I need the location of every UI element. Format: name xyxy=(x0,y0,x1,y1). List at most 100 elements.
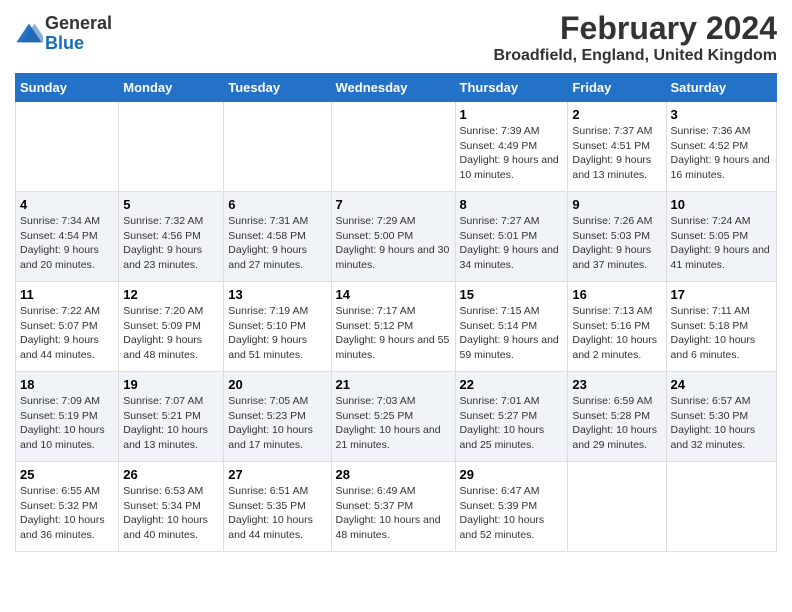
day-info: Sunrise: 6:59 AM Sunset: 5:28 PM Dayligh… xyxy=(572,394,661,453)
week-row-4: 18 Sunrise: 7:09 AM Sunset: 5:19 PM Dayli… xyxy=(16,372,777,462)
day-number: 26 xyxy=(123,467,219,482)
day-number: 24 xyxy=(671,377,772,392)
calendar-cell: 5Sunrise: 7:32 AM Sunset: 4:56 PM Daylig… xyxy=(119,192,224,282)
calendar-cell xyxy=(331,102,455,192)
day-number: 17 xyxy=(671,287,772,302)
day-info: Sunrise: 7:39 AM Sunset: 4:49 PM Dayligh… xyxy=(460,124,564,183)
day-number: 13 xyxy=(228,287,326,302)
day-info: Sunrise: 7:32 AM Sunset: 4:56 PM Dayligh… xyxy=(123,214,219,273)
day-number: 14 xyxy=(336,287,451,302)
day-info: Sunrise: 6:55 AM Sunset: 5:32 PM Dayligh… xyxy=(20,484,114,543)
calendar-cell: 10 Sunrise: 7:24 AM Sunset: 5:05 PM Dayli… xyxy=(666,192,776,282)
calendar-cell: 21 Sunrise: 7:03 AM Sunset: 5:25 PM Dayli… xyxy=(331,372,455,462)
day-info: Sunrise: 6:47 AM Sunset: 5:39 PM Dayligh… xyxy=(460,484,564,543)
day-info: Sunrise: 7:15 AM Sunset: 5:14 PM Dayligh… xyxy=(460,304,564,363)
day-number: 16 xyxy=(572,287,661,302)
title-area: February 2024 Broadfield, England, Unite… xyxy=(493,10,777,65)
week-row-5: 25 Sunrise: 6:55 AM Sunset: 5:32 PM Dayli… xyxy=(16,462,777,552)
calendar-cell xyxy=(119,102,224,192)
day-info: Sunrise: 7:22 AM Sunset: 5:07 PM Dayligh… xyxy=(20,304,114,363)
calendar-cell: 1 Sunrise: 7:39 AM Sunset: 4:49 PM Daylig… xyxy=(455,102,568,192)
calendar-cell: 12 Sunrise: 7:20 AM Sunset: 5:09 PM Dayli… xyxy=(119,282,224,372)
day-number: 10 xyxy=(671,197,772,212)
day-info: Sunrise: 7:03 AM Sunset: 5:25 PM Dayligh… xyxy=(336,394,451,453)
week-row-2: 4 Sunrise: 7:34 AM Sunset: 4:54 PM Daylig… xyxy=(16,192,777,282)
day-info: Sunrise: 7:07 AM Sunset: 5:21 PM Dayligh… xyxy=(123,394,219,453)
day-info: Sunrise: 7:36 AM Sunset: 4:52 PM Dayligh… xyxy=(671,124,772,183)
header-thursday: Thursday xyxy=(455,74,568,102)
day-info: Sunrise: 6:57 AM Sunset: 5:30 PM Dayligh… xyxy=(671,394,772,453)
calendar-cell: 22 Sunrise: 7:01 AM Sunset: 5:27 PM Dayli… xyxy=(455,372,568,462)
calendar-cell: 4 Sunrise: 7:34 AM Sunset: 4:54 PM Daylig… xyxy=(16,192,119,282)
day-number: 19 xyxy=(123,377,219,392)
day-info: Sunrise: 6:49 AM Sunset: 5:37 PM Dayligh… xyxy=(336,484,451,543)
calendar-cell: 11Sunrise: 7:22 AM Sunset: 5:07 PM Dayli… xyxy=(16,282,119,372)
day-number: 2 xyxy=(572,107,661,122)
calendar-cell: 16 Sunrise: 7:13 AM Sunset: 5:16 PM Dayli… xyxy=(568,282,666,372)
day-number: 6 xyxy=(228,197,326,212)
calendar-cell: 14Sunrise: 7:17 AM Sunset: 5:12 PM Dayli… xyxy=(331,282,455,372)
calendar-cell: 19 Sunrise: 7:07 AM Sunset: 5:21 PM Dayli… xyxy=(119,372,224,462)
header-wednesday: Wednesday xyxy=(331,74,455,102)
calendar-cell xyxy=(568,462,666,552)
calendar-cell: 24 Sunrise: 6:57 AM Sunset: 5:30 PM Dayli… xyxy=(666,372,776,462)
calendar-cell: 6 Sunrise: 7:31 AM Sunset: 4:58 PM Daylig… xyxy=(224,192,331,282)
calendar-cell: 3 Sunrise: 7:36 AM Sunset: 4:52 PM Daylig… xyxy=(666,102,776,192)
day-info: Sunrise: 7:26 AM Sunset: 5:03 PM Dayligh… xyxy=(572,214,661,273)
day-info: Sunrise: 7:11 AM Sunset: 5:18 PM Dayligh… xyxy=(671,304,772,363)
logo-text: General Blue xyxy=(45,14,112,54)
calendar-cell: 28 Sunrise: 6:49 AM Sunset: 5:37 PM Dayli… xyxy=(331,462,455,552)
day-info: Sunrise: 6:53 AM Sunset: 5:34 PM Dayligh… xyxy=(123,484,219,543)
calendar-cell: 7Sunrise: 7:29 AM Sunset: 5:00 PM Daylig… xyxy=(331,192,455,282)
day-info: Sunrise: 7:01 AM Sunset: 5:27 PM Dayligh… xyxy=(460,394,564,453)
day-info: Sunrise: 7:34 AM Sunset: 4:54 PM Dayligh… xyxy=(20,214,114,273)
calendar-table: SundayMondayTuesdayWednesdayThursdayFrid… xyxy=(15,73,777,552)
day-info: Sunrise: 7:13 AM Sunset: 5:16 PM Dayligh… xyxy=(572,304,661,363)
day-info: Sunrise: 7:27 AM Sunset: 5:01 PM Dayligh… xyxy=(460,214,564,273)
calendar-header-row: SundayMondayTuesdayWednesdayThursdayFrid… xyxy=(16,74,777,102)
day-number: 27 xyxy=(228,467,326,482)
subtitle: Broadfield, England, United Kingdom xyxy=(493,47,777,65)
day-number: 9 xyxy=(572,197,661,212)
day-number: 29 xyxy=(460,467,564,482)
day-number: 7 xyxy=(336,197,451,212)
day-number: 23 xyxy=(572,377,661,392)
calendar-cell: 18 Sunrise: 7:09 AM Sunset: 5:19 PM Dayli… xyxy=(16,372,119,462)
calendar-cell xyxy=(666,462,776,552)
day-info: Sunrise: 7:20 AM Sunset: 5:09 PM Dayligh… xyxy=(123,304,219,363)
day-number: 3 xyxy=(671,107,772,122)
day-number: 22 xyxy=(460,377,564,392)
day-number: 21 xyxy=(336,377,451,392)
calendar-cell: 27 Sunrise: 6:51 AM Sunset: 5:35 PM Dayli… xyxy=(224,462,331,552)
day-info: Sunrise: 7:24 AM Sunset: 5:05 PM Dayligh… xyxy=(671,214,772,273)
calendar-cell: 26 Sunrise: 6:53 AM Sunset: 5:34 PM Dayli… xyxy=(119,462,224,552)
header-saturday: Saturday xyxy=(666,74,776,102)
day-number: 20 xyxy=(228,377,326,392)
header-sunday: Sunday xyxy=(16,74,119,102)
calendar-cell: 29 Sunrise: 6:47 AM Sunset: 5:39 PM Dayli… xyxy=(455,462,568,552)
header-tuesday: Tuesday xyxy=(224,74,331,102)
day-info: Sunrise: 6:51 AM Sunset: 5:35 PM Dayligh… xyxy=(228,484,326,543)
header-monday: Monday xyxy=(119,74,224,102)
calendar-cell: 15Sunrise: 7:15 AM Sunset: 5:14 PM Dayli… xyxy=(455,282,568,372)
calendar-cell: 8Sunrise: 7:27 AM Sunset: 5:01 PM Daylig… xyxy=(455,192,568,282)
day-number: 12 xyxy=(123,287,219,302)
day-number: 28 xyxy=(336,467,451,482)
day-number: 25 xyxy=(20,467,114,482)
week-row-3: 11Sunrise: 7:22 AM Sunset: 5:07 PM Dayli… xyxy=(16,282,777,372)
calendar-cell: 25 Sunrise: 6:55 AM Sunset: 5:32 PM Dayli… xyxy=(16,462,119,552)
header-friday: Friday xyxy=(568,74,666,102)
calendar-cell xyxy=(224,102,331,192)
day-number: 1 xyxy=(460,107,564,122)
calendar-cell xyxy=(16,102,119,192)
logo: General Blue xyxy=(15,14,112,54)
calendar-cell: 9 Sunrise: 7:26 AM Sunset: 5:03 PM Daylig… xyxy=(568,192,666,282)
day-info: Sunrise: 7:31 AM Sunset: 4:58 PM Dayligh… xyxy=(228,214,326,273)
week-row-1: 1 Sunrise: 7:39 AM Sunset: 4:49 PM Daylig… xyxy=(16,102,777,192)
header: General Blue February 2024 Broadfield, E… xyxy=(15,10,777,65)
day-number: 18 xyxy=(20,377,114,392)
day-info: Sunrise: 7:09 AM Sunset: 5:19 PM Dayligh… xyxy=(20,394,114,453)
day-info: Sunrise: 7:19 AM Sunset: 5:10 PM Dayligh… xyxy=(228,304,326,363)
calendar-cell: 17 Sunrise: 7:11 AM Sunset: 5:18 PM Dayli… xyxy=(666,282,776,372)
day-number: 4 xyxy=(20,197,114,212)
